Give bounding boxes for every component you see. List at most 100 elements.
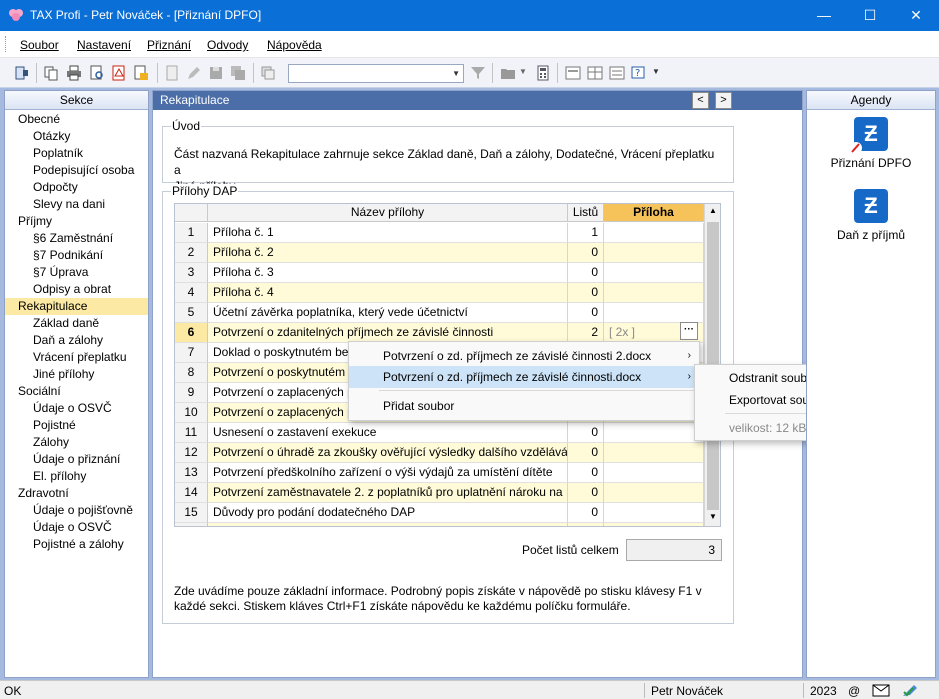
menu-soubor[interactable]: Soubor — [20, 38, 59, 52]
copy-icon[interactable] — [43, 65, 59, 81]
menu-nastaveni[interactable]: Nastavení — [77, 38, 131, 52]
next-section-button[interactable]: > — [715, 92, 732, 109]
sidebar-item[interactable]: Rekapitulace — [5, 298, 148, 315]
attachment-name-cell[interactable]: Potvrzení o zdanitelných příjmech ze záv… — [208, 323, 568, 343]
row-number-cell[interactable]: 2 — [175, 243, 208, 263]
sidebar-item[interactable]: §6 Zaměstnání — [5, 230, 148, 247]
column-header-name[interactable]: Název přílohy — [208, 204, 568, 222]
edit-icon[interactable] — [186, 65, 202, 81]
sheet-count-cell[interactable]: 0 — [568, 303, 604, 323]
agenda-combo[interactable]: ▼ — [288, 64, 464, 83]
attachment-file-cell[interactable] — [604, 423, 704, 443]
sidebar-item[interactable]: Zdravotní — [5, 485, 148, 502]
attachment-name-cell[interactable]: Účetní závěrka poplatníka, který vede úč… — [208, 303, 568, 323]
sidebar-item[interactable]: El. přílohy — [5, 468, 148, 485]
scroll-up-icon[interactable]: ▲ — [705, 206, 720, 220]
attachment-name-cell[interactable]: Příloha č. 4 — [208, 283, 568, 303]
sidebar-item[interactable]: Pojistné — [5, 417, 148, 434]
menu-priznani[interactable]: Přiznání — [147, 38, 191, 52]
sheet-count-cell[interactable]: 0 — [568, 243, 604, 263]
attachment-name-cell[interactable]: Potvrzení předškolního zařízení o výši v… — [208, 463, 568, 483]
attachment-name-cell[interactable]: Příloha č. 2 — [208, 243, 568, 263]
table-row[interactable]: 2 Příloha č. 20 — [175, 243, 704, 263]
attachment-name-cell[interactable]: Příloha č. 1 — [208, 223, 568, 243]
folder-icon[interactable] — [500, 65, 516, 81]
sidebar-item[interactable]: Pojistné a zálohy — [5, 536, 148, 553]
attachment-name-cell[interactable]: Potvrzení o úhradě za zkoušky ověřující … — [208, 443, 568, 463]
table-row[interactable]: 11 Usnesení o zastavení exekuce 0 — [175, 423, 704, 443]
attachment-file-cell[interactable] — [604, 463, 704, 483]
sidebar-item[interactable]: Odpisy a obrat — [5, 281, 148, 298]
mail-icon[interactable] — [872, 684, 890, 697]
sheet-count-cell[interactable]: 0 — [568, 283, 604, 303]
row-number-cell[interactable]: 11 — [175, 423, 208, 443]
close-button[interactable]: ✕ — [893, 0, 939, 31]
row-number-cell[interactable]: 3 — [175, 263, 208, 283]
attachment-file-cell[interactable] — [604, 443, 704, 463]
help-icon[interactable]: ? — [631, 65, 647, 81]
row-number-cell[interactable]: 10 — [175, 403, 208, 423]
sidebar-item[interactable]: Sociální — [5, 383, 148, 400]
attachment-file-cell[interactable] — [604, 283, 704, 303]
table-row[interactable]: 5 Účetní závěrka poplatníka, který vede ú… — [175, 303, 704, 323]
sheet-count-cell[interactable]: 0 — [568, 523, 604, 526]
new-doc-icon[interactable] — [164, 65, 180, 81]
agenda-item-income-tax[interactable]: Ƶ Daň z příjmů — [807, 187, 935, 242]
sheet-count-cell[interactable]: 2 — [568, 323, 604, 343]
sheet-count-cell[interactable]: 0 — [568, 503, 604, 523]
column-header-sheets[interactable]: Listů — [568, 204, 604, 222]
sheet-count-cell[interactable]: 1 — [568, 223, 604, 243]
sheet-count-cell[interactable]: 0 — [568, 483, 604, 503]
table-row[interactable]: 14 Potvrzení zaměstnavatele 2. z poplatní… — [175, 483, 704, 503]
menu-napoveda[interactable]: Nápověda — [267, 38, 322, 52]
row-number-cell[interactable]: 9 — [175, 383, 208, 403]
attachment-name-cell[interactable]: Důvody pro podání dodatečného DAP — [208, 503, 568, 523]
sidebar-item[interactable]: Obecné — [5, 111, 148, 128]
sidebar-item[interactable]: Údaje o přiznání — [5, 451, 148, 468]
row-number-cell[interactable]: 4 — [175, 283, 208, 303]
calculator-icon[interactable] — [535, 65, 551, 81]
row-number-cell[interactable]: 6 — [175, 323, 208, 343]
pdf-icon[interactable] — [111, 65, 127, 81]
table-icon[interactable] — [587, 65, 603, 81]
menu-item-file-2[interactable]: Potvrzení o zd. příjmech ze závislé činn… — [349, 345, 699, 367]
sidebar-item[interactable]: Údaje o OSVČ — [5, 519, 148, 536]
chevron-down-icon[interactable]: ▼ — [652, 67, 660, 76]
row-number-cell[interactable]: 7 — [175, 343, 208, 363]
table-row[interactable]: 13 Potvrzení předškolního zařízení o výši… — [175, 463, 704, 483]
column-header-attachment[interactable]: Příloha — [604, 204, 704, 222]
menu-item-add-file[interactable]: Přidat soubor — [349, 395, 699, 417]
table-row[interactable]: 1 Příloha č. 11 — [175, 223, 704, 243]
attachment-file-cell[interactable] — [604, 523, 704, 526]
sidebar-item[interactable]: Zálohy — [5, 434, 148, 451]
maximize-button[interactable]: ☐ — [847, 0, 893, 31]
sidebar-item[interactable]: Vrácení přeplatku — [5, 349, 148, 366]
attachment-name-cell[interactable]: Usnesení o zastavení exekuce — [208, 423, 568, 443]
row-number-cell[interactable]: 15 — [175, 503, 208, 523]
attachment-name-cell[interactable]: Potvrzení zaměstnavatele 2. z poplatníků… — [208, 483, 568, 503]
table-row[interactable]: 4 Příloha č. 40 — [175, 283, 704, 303]
duplicate-icon[interactable] — [260, 65, 276, 81]
attachment-file-cell[interactable] — [604, 483, 704, 503]
attachment-file-cell[interactable] — [604, 303, 704, 323]
attachment-file-cell[interactable] — [604, 503, 704, 523]
save-icon[interactable] — [208, 65, 224, 81]
row-number-cell[interactable]: 1 — [175, 223, 208, 243]
minimize-button[interactable]: — — [801, 0, 847, 31]
sidebar-item[interactable]: Údaje o pojišťovně — [5, 502, 148, 519]
attachment-name-cell[interactable] — [208, 523, 568, 526]
prev-section-button[interactable]: < — [692, 92, 709, 109]
sidebar-item[interactable]: Podepisující osoba — [5, 162, 148, 179]
table-row[interactable]: 12 Potvrzení o úhradě za zkoušky ověřujíc… — [175, 443, 704, 463]
sidebar-item[interactable]: Příjmy — [5, 213, 148, 230]
export-icon[interactable] — [133, 65, 149, 81]
sheet-count-cell[interactable]: 0 — [568, 263, 604, 283]
list-icon[interactable] — [609, 65, 625, 81]
sheet-count-cell[interactable]: 0 — [568, 443, 604, 463]
attachment-name-cell[interactable]: Příloha č. 3 — [208, 263, 568, 283]
table-row[interactable]: 3 Příloha č. 30 — [175, 263, 704, 283]
agenda-item-dpfo[interactable]: Ƶ Přiznání DPFO — [807, 115, 935, 170]
sidebar-item[interactable]: Základ daně — [5, 315, 148, 332]
sidebar-item[interactable]: Slevy na dani — [5, 196, 148, 213]
print-icon[interactable] — [66, 65, 82, 81]
